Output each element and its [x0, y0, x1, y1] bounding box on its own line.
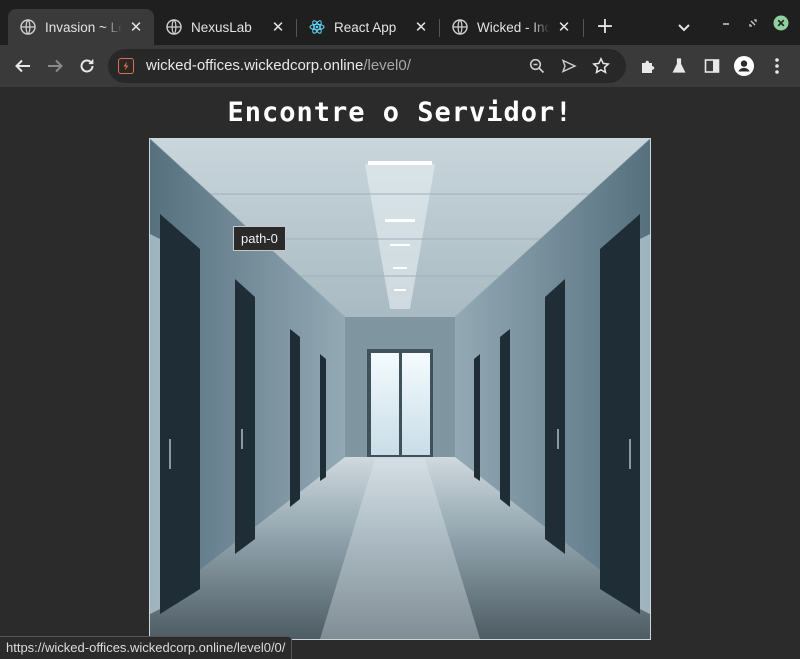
close-icon[interactable]: ✕ — [556, 19, 572, 35]
tab-title: Invasion ~ Le — [45, 19, 122, 35]
forward-icon[interactable] — [44, 55, 66, 77]
page-title: Encontre o Servidor! — [227, 97, 573, 128]
globe-icon — [452, 19, 468, 35]
tab-invasion[interactable]: Invasion ~ Le ✕ — [8, 9, 154, 45]
minimize-icon[interactable] — [718, 15, 734, 31]
zoom-icon[interactable] — [528, 57, 546, 75]
restore-icon[interactable] — [745, 15, 761, 31]
office-corridor-image[interactable] — [149, 138, 651, 640]
side-panel-icon[interactable] — [702, 56, 722, 76]
extensions-icon[interactable] — [638, 56, 658, 76]
back-icon[interactable] — [12, 55, 34, 77]
site-info-icon[interactable] — [118, 58, 134, 74]
page-content: Encontre o Servidor! path-0 — [0, 87, 800, 659]
browser-toolbar: wicked-offices.wickedcorp.online/level0/ — [0, 45, 800, 87]
close-icon[interactable]: ✕ — [270, 19, 286, 35]
bookmark-star-icon[interactable] — [592, 57, 610, 75]
new-tab-button[interactable]: + — [594, 16, 616, 39]
url-host: wicked-offices.wickedcorp.online — [146, 57, 364, 74]
close-icon[interactable]: ✕ — [413, 19, 429, 35]
tab-strip: Invasion ~ Le ✕ NexusLab ✕ React App ✕ W… — [0, 0, 800, 45]
lab-flask-icon[interactable] — [669, 56, 689, 76]
url-text[interactable]: wicked-offices.wickedcorp.online/level0/ — [146, 57, 411, 74]
profile-avatar-icon[interactable] — [734, 56, 754, 76]
tab-nexuslab[interactable]: NexusLab ✕ — [154, 9, 296, 45]
tab-wicked[interactable]: Wicked - Inov ✕ — [440, 9, 582, 45]
close-window-icon[interactable] — [773, 15, 789, 31]
close-icon[interactable]: ✕ — [128, 19, 144, 35]
path-tooltip: path-0 — [233, 226, 286, 251]
status-url-bubble: https://wicked-offices.wickedcorp.online… — [0, 636, 293, 659]
react-icon — [309, 19, 325, 35]
tab-title: Wicked - Inov — [477, 19, 550, 35]
globe-icon — [20, 19, 36, 35]
send-icon[interactable] — [560, 57, 578, 75]
globe-icon — [166, 19, 182, 35]
chevron-down-icon[interactable] — [675, 18, 693, 36]
address-bar[interactable]: wicked-offices.wickedcorp.online/level0/ — [108, 49, 626, 83]
tab-react-app[interactable]: React App ✕ — [297, 9, 439, 45]
reload-icon[interactable] — [76, 55, 98, 77]
tab-title: React App — [334, 19, 397, 35]
tab-title: NexusLab — [191, 19, 252, 35]
kebab-menu-icon[interactable] — [767, 56, 787, 76]
tab-divider — [583, 19, 584, 37]
url-path: /level0/ — [363, 57, 411, 74]
